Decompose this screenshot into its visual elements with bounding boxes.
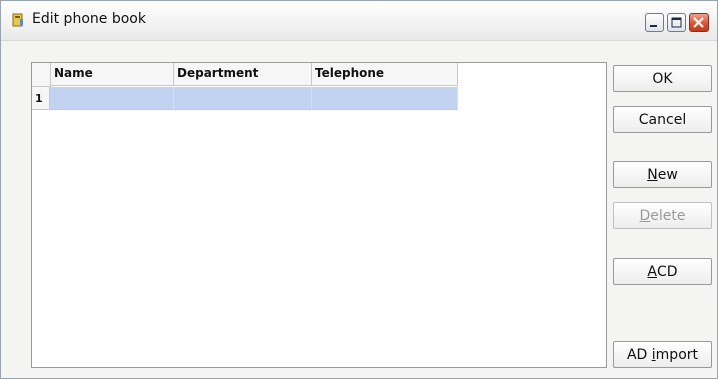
column-header-department[interactable]: Department	[174, 63, 312, 86]
app-icon	[12, 13, 23, 27]
column-header-name[interactable]: Name	[51, 63, 174, 86]
title-bar[interactable]: Edit phone book	[1, 1, 717, 41]
cell-department[interactable]	[174, 87, 312, 110]
ok-button[interactable]: OK	[613, 65, 712, 92]
window-title: Edit phone book	[32, 11, 146, 27]
ad-import-button[interactable]: AD i mport	[613, 341, 712, 368]
edit-phone-book-dialog: Edit phone book Name Department Telephon…	[0, 0, 718, 379]
minimize-icon	[650, 25, 657, 27]
ad-import-label-pre: AD	[626, 346, 652, 363]
cell-name[interactable]	[50, 87, 174, 110]
phone-book-grid[interactable]: Name Department Telephone 1	[31, 62, 607, 368]
close-button[interactable]	[689, 13, 709, 32]
acd-label-rest: CD	[657, 263, 678, 280]
cell-telephone[interactable]	[312, 87, 458, 110]
acd-button[interactable]: A CD	[613, 258, 712, 285]
new-label-rest: ew	[657, 166, 678, 183]
cancel-button[interactable]: Cancel	[613, 106, 712, 133]
new-mnemonic: N	[647, 166, 658, 183]
column-header-telephone[interactable]: Telephone	[312, 63, 458, 86]
grid-corner-header[interactable]	[32, 63, 51, 87]
acd-mnemonic: A	[647, 263, 657, 280]
delete-button[interactable]: Delete	[613, 202, 712, 229]
ad-import-label-rest: mport	[655, 346, 699, 363]
delete-label-rest: elete	[650, 207, 686, 224]
ok-label: OK	[652, 70, 673, 87]
new-button[interactable]: New	[613, 161, 712, 188]
row-header-1[interactable]: 1	[32, 87, 50, 110]
maximize-button[interactable]	[667, 13, 686, 32]
minimize-button[interactable]	[645, 13, 664, 32]
cancel-label: Cancel	[638, 111, 687, 128]
close-icon	[693, 17, 704, 28]
delete-mnemonic: D	[639, 207, 651, 224]
maximize-icon	[671, 17, 682, 28]
